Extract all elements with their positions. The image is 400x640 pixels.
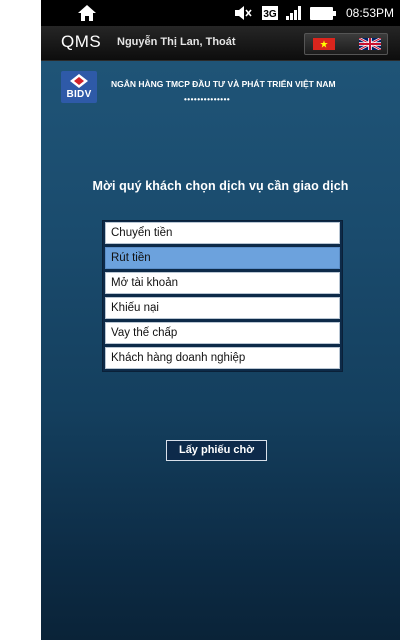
- battery-icon: [310, 6, 336, 20]
- service-item-khieu-nai[interactable]: Khiếu nại: [105, 297, 340, 319]
- get-ticket-button[interactable]: Lấy phiếu chờ: [166, 440, 267, 461]
- bank-name: NGÂN HÀNG TMCP ĐẦU TƯ VÀ PHÁT TRIỂN VIỆT…: [111, 79, 336, 89]
- service-item-vay-the-chap[interactable]: Vay thế chấp: [105, 322, 340, 344]
- 3g-icon: 3G: [262, 6, 278, 20]
- bidv-logo-mark-icon: [70, 74, 88, 88]
- status-bar: 3G 08:53PM: [41, 0, 400, 26]
- signal-icon: [286, 6, 301, 20]
- service-item-rut-tien[interactable]: Rút tiền: [105, 247, 340, 269]
- service-item-chuyen-tien[interactable]: Chuyển tiền: [105, 222, 340, 244]
- device-screen: 3G 08:53PM QMS Nguyễn Thị Lan, Thoát BID…: [41, 0, 400, 640]
- clock: 08:53PM: [345, 6, 394, 20]
- volume-mute-icon: [235, 6, 252, 20]
- home-icon[interactable]: [77, 4, 97, 22]
- user-info: Nguyễn Thị Lan, Thoát: [117, 36, 236, 48]
- bank-decoration: ••••••••••••••: [184, 95, 231, 104]
- language-switcher: [304, 33, 388, 55]
- service-item-khach-hang-doanh-nghiep[interactable]: Khách hàng doanh nghiệp: [105, 347, 340, 369]
- service-list: Chuyển tiền Rút tiền Mở tài khoản Khiếu …: [102, 220, 343, 372]
- status-icons: 3G: [234, 6, 336, 20]
- main-content: BIDV NGÂN HÀNG TMCP ĐẦU TƯ VÀ PHÁT TRIỂN…: [41, 61, 400, 640]
- bidv-logo-text: BIDV: [66, 89, 92, 100]
- uk-flag-icon[interactable]: [359, 38, 381, 50]
- service-item-mo-tai-khoan[interactable]: Mở tài khoản: [105, 272, 340, 294]
- vietnam-flag-icon[interactable]: [313, 38, 335, 50]
- svg-text:3G: 3G: [263, 9, 277, 20]
- bank-header: BIDV NGÂN HÀNG TMCP ĐẦU TƯ VÀ PHÁT TRIỂN…: [41, 61, 400, 121]
- title-bar: QMS Nguyễn Thị Lan, Thoát: [41, 26, 400, 61]
- bidv-logo: BIDV: [61, 71, 97, 103]
- service-prompt: Mời quý khách chọn dịch vụ cần giao dịch: [92, 179, 349, 193]
- app-name: QMS: [61, 32, 102, 51]
